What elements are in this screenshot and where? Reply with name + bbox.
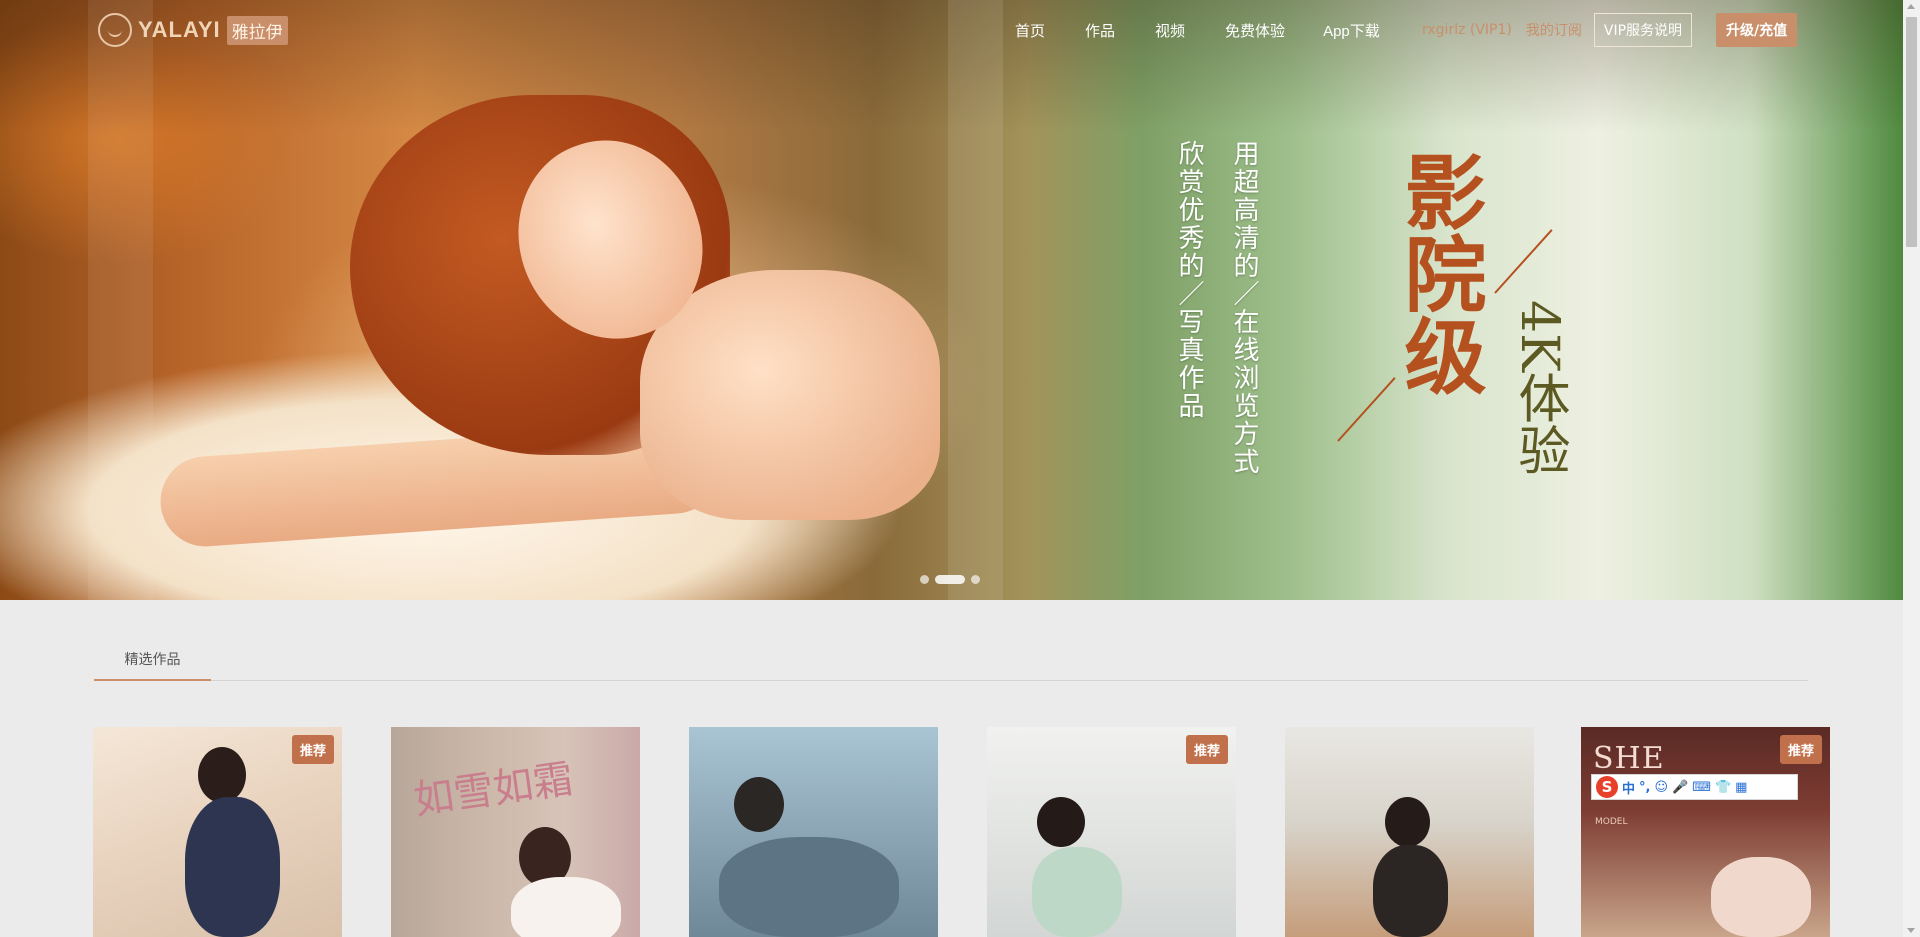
hero-slogan-sub: 4K体验 — [1509, 300, 1569, 476]
work-card[interactable]: 推荐 — [93, 727, 342, 937]
page-scrollbar[interactable] — [1903, 0, 1920, 937]
scroll-down-icon[interactable] — [1907, 928, 1915, 933]
recommend-badge: 推荐 — [291, 735, 334, 764]
ime-punctuation-icon[interactable]: °, — [1639, 780, 1650, 795]
tab-featured-works[interactable]: 精选作品 — [94, 638, 211, 681]
carousel-dot-2[interactable] — [935, 575, 965, 584]
scroll-up-icon[interactable] — [1907, 4, 1915, 9]
ime-toolbar[interactable]: S 中 °, ☺ 🎤 ⌨ 👕 ▦ — [1591, 774, 1798, 800]
work-card[interactable]: 推荐 — [987, 727, 1236, 937]
work-card[interactable]: SHE MODEL 推荐 — [1581, 727, 1830, 937]
ime-menu-icon[interactable]: ▦ — [1735, 780, 1747, 795]
hero-banner[interactable]: 用超高清的／在线浏览方式 欣赏优秀的／写真作品 影院级 4K体验 — [0, 0, 1903, 600]
ime-mode-toggle[interactable]: 中 — [1622, 778, 1635, 797]
logo-text: YALAYI — [138, 17, 221, 42]
user-area: rxgirlz (VIP1) 我的订阅 VIP服务说明 升级/充值 — [1422, 13, 1798, 47]
hero-poem-line-1: 用超高清的／在线浏览方式 — [1229, 140, 1259, 476]
model-figure — [511, 877, 621, 937]
nav-app-download[interactable]: App下载 — [1323, 20, 1380, 41]
recommend-badge: 推荐 — [1185, 735, 1228, 764]
nav-videos[interactable]: 视频 — [1155, 20, 1185, 41]
logo-icon — [98, 13, 132, 47]
nav-free-trial[interactable]: 免费体验 — [1225, 20, 1285, 41]
model-figure — [185, 797, 280, 937]
upgrade-button[interactable]: 升级/充值 — [1716, 13, 1798, 47]
main-nav: 首页 作品 视频 免费体验 App下载 — [1015, 0, 1420, 60]
model-figure — [1711, 857, 1811, 937]
vip-info-button[interactable]: VIP服务说明 — [1593, 13, 1693, 47]
scrollbar-thumb[interactable] — [1906, 17, 1917, 247]
model-figure — [1373, 845, 1448, 937]
ime-keyboard-icon[interactable]: ⌨ — [1692, 780, 1711, 795]
model-figure — [1032, 847, 1122, 937]
featured-grid: 推荐 如雪如霜 推荐 SHE MODEL 推荐 — [93, 727, 1833, 937]
cover-title: SHE — [1593, 741, 1665, 776]
nav-home[interactable]: 首页 — [1015, 20, 1045, 41]
cover-subtitle: MODEL — [1595, 817, 1628, 827]
hero-model-body — [640, 270, 940, 520]
ime-skin-icon[interactable]: 👕 — [1715, 780, 1731, 795]
carousel-dot-3[interactable] — [971, 575, 980, 584]
logo-badge: 雅拉伊 — [226, 15, 288, 45]
model-hair — [1037, 797, 1085, 847]
featured-section-header: 精选作品 — [94, 638, 1808, 681]
ime-emoji-icon[interactable]: ☺ — [1654, 780, 1668, 795]
nav-works[interactable]: 作品 — [1085, 20, 1115, 41]
user-name-link[interactable]: rxgirlz (VIP1) — [1422, 22, 1512, 38]
site-logo[interactable]: YALAYI 雅拉伊 — [98, 13, 288, 47]
carousel-dot-1[interactable] — [920, 575, 929, 584]
model-hair — [734, 777, 784, 832]
model-hair — [1385, 797, 1430, 847]
model-figure — [719, 837, 899, 937]
work-card[interactable] — [689, 727, 938, 937]
top-navbar: YALAYI 雅拉伊 首页 作品 视频 免费体验 App下载 rxgirlz (… — [0, 0, 1903, 60]
ime-logo-icon[interactable]: S — [1596, 776, 1618, 798]
ime-voice-icon[interactable]: 🎤 — [1672, 780, 1688, 795]
carousel-dots — [920, 575, 980, 584]
recommend-badge: 推荐 — [1779, 735, 1822, 764]
my-subscription-link[interactable]: 我的订阅 — [1526, 20, 1582, 40]
work-card[interactable]: 如雪如霜 — [391, 727, 640, 937]
hero-slogan: 影院级 — [1390, 150, 1486, 396]
work-card[interactable] — [1285, 727, 1534, 937]
model-hair — [198, 747, 246, 803]
hero-poem-line-2: 欣赏优秀的／写真作品 — [1174, 140, 1204, 420]
